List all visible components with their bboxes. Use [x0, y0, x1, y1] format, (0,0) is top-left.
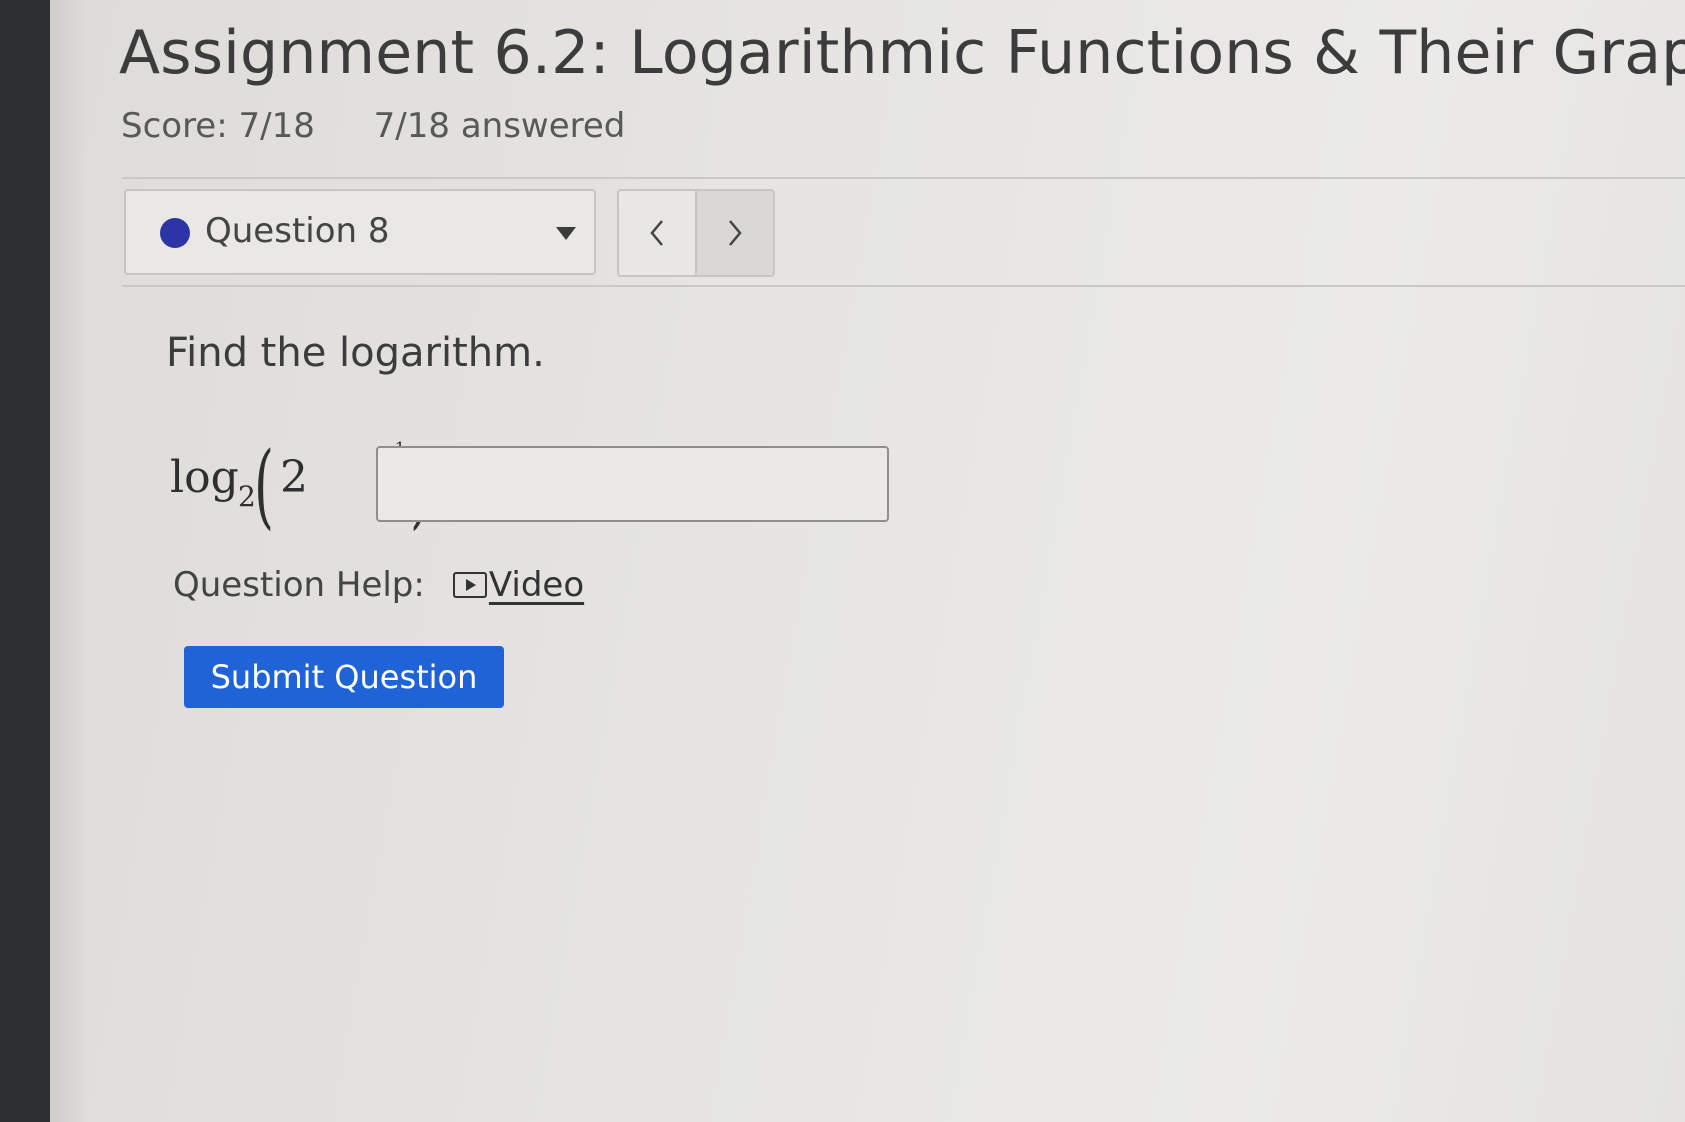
question-select-label: Question 8 — [205, 211, 390, 251]
video-link-label: Video — [488, 565, 585, 605]
previous-question-button[interactable] — [619, 191, 697, 275]
caret-down-icon — [556, 227, 576, 240]
question-help-label: Question Help: — [173, 565, 425, 605]
page-title: Assignment 6.2: Logarithmic Functions & … — [119, 18, 1685, 88]
answered-count: 7/18 answered — [373, 106, 626, 146]
left-paren: ( — [254, 432, 274, 539]
score-text: Score: 7/18 — [121, 106, 315, 146]
assignment-content: Assignment 6.2: Logarithmic Functions & … — [84, 0, 1685, 1122]
video-help-link[interactable]: Video — [452, 565, 585, 605]
question-select[interactable]: Question 8 — [124, 189, 596, 275]
sidebar-edge — [50, 0, 84, 1122]
question-nav — [617, 189, 775, 277]
submit-question-button[interactable]: Submit Question — [184, 646, 504, 708]
question-prompt: Find the logarithm. — [166, 330, 545, 376]
divider-top — [122, 177, 1685, 179]
chevron-right-icon — [729, 220, 742, 246]
divider-bottom — [122, 285, 1685, 287]
argument-base: 2 — [280, 452, 308, 503]
chevron-left-icon — [650, 220, 663, 246]
log-function: log — [170, 452, 239, 503]
score-summary: Score: 7/18 7/18 answered — [121, 106, 625, 146]
question-help: Question Help: Video — [173, 565, 584, 605]
question-status-dot — [160, 218, 190, 248]
answer-input[interactable] — [376, 446, 889, 522]
next-question-button[interactable] — [697, 191, 773, 275]
play-video-icon — [452, 572, 487, 598]
